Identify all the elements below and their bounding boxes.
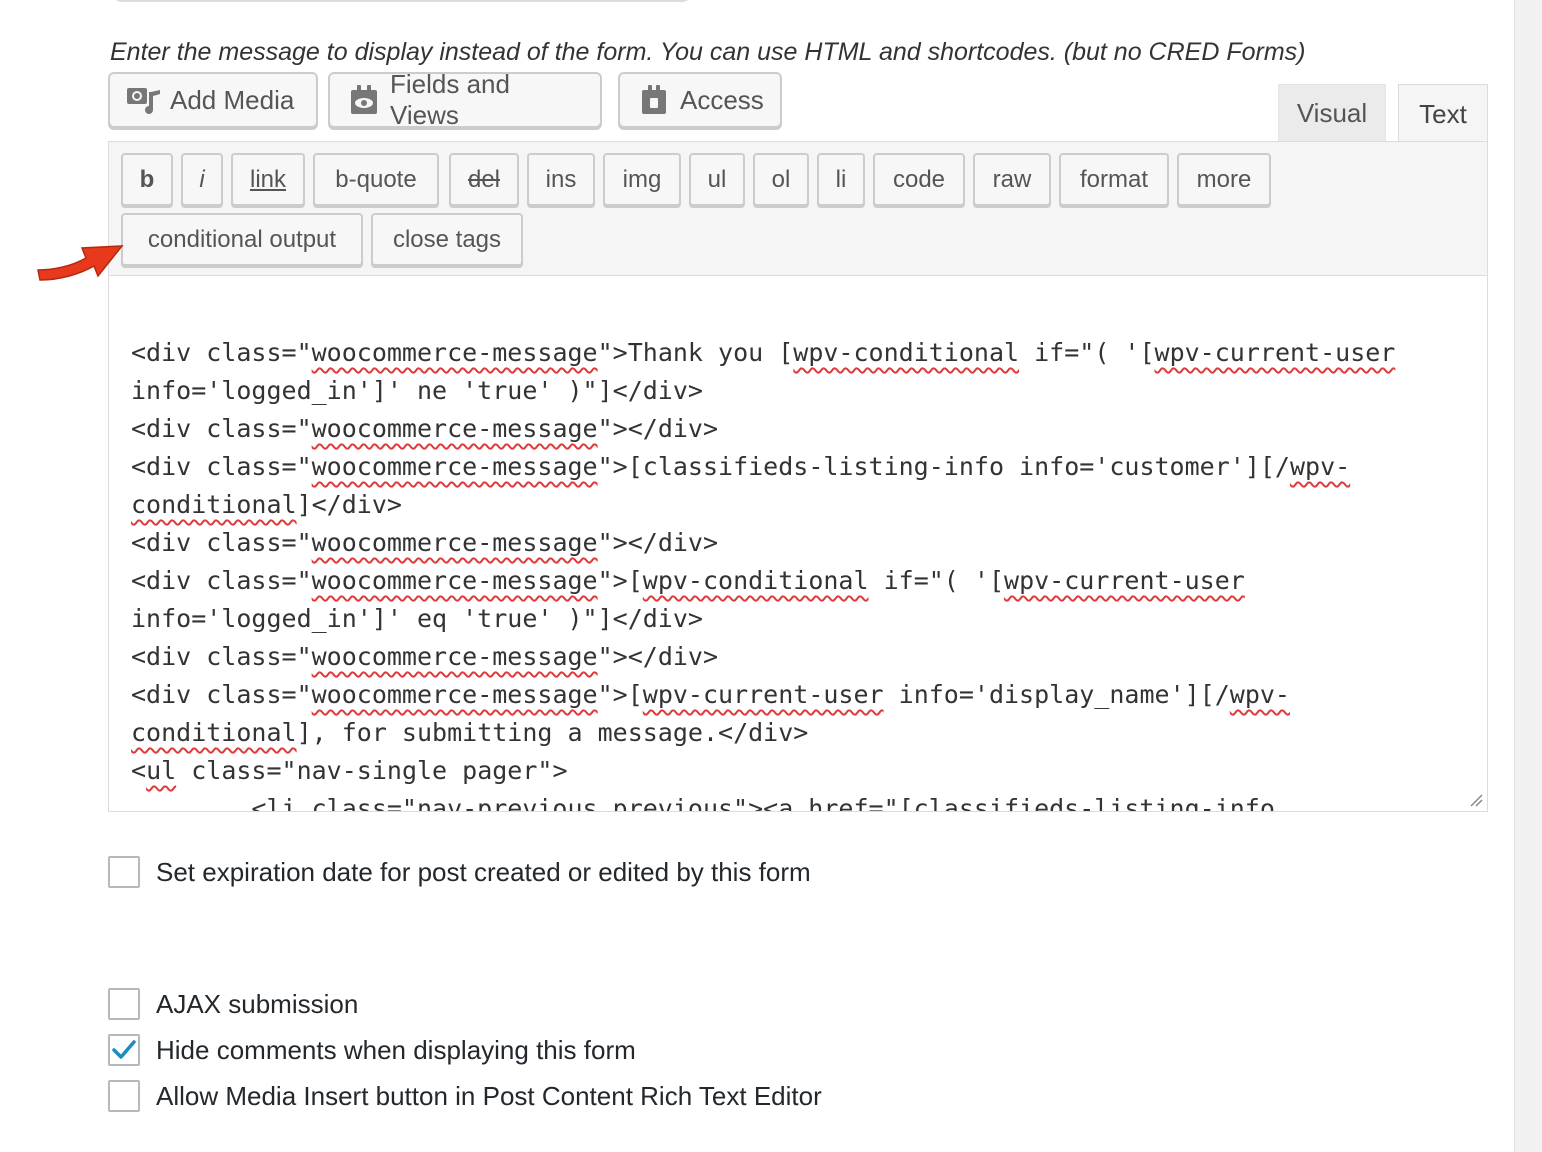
option-expiration: Set expiration date for post created or …	[108, 856, 811, 888]
qt-del-button[interactable]: del	[449, 153, 519, 206]
qt-ins-button[interactable]: ins	[527, 153, 595, 206]
code-line: <div class="woocommerce-message">[wpv-cu…	[131, 680, 1290, 709]
qt-ul-button[interactable]: ul	[689, 153, 745, 206]
option-hide-comments: Hide comments when displaying this form	[108, 1034, 636, 1066]
code-line: <div class="woocommerce-message"></div>	[131, 414, 719, 443]
qt-italic-button[interactable]: i	[181, 153, 223, 206]
page-scrollbar[interactable]	[1514, 0, 1542, 1152]
code-line: <li class="nav-previous previous"><a hre…	[131, 794, 1275, 812]
code-line: <ul class="nav-single pager">	[131, 756, 568, 785]
qt-format-button[interactable]: format	[1059, 153, 1169, 206]
code-line: <div class="woocommerce-message">[classi…	[131, 452, 1351, 481]
option-ajax: AJAX submission	[108, 988, 358, 1020]
fields-views-icon	[344, 82, 384, 118]
ajax-checkbox[interactable]	[108, 988, 140, 1020]
add-media-button[interactable]: Add Media	[108, 72, 318, 128]
checkmark-icon	[112, 1040, 136, 1059]
field-description: Enter the message to display instead of …	[110, 38, 1306, 66]
fields-and-views-button[interactable]: Fields and Views	[328, 69, 602, 130]
code-content: <div class="woocommerce-message">Thank y…	[131, 334, 1396, 812]
qt-img-button[interactable]: img	[603, 153, 681, 206]
qt-conditional-output-button[interactable]: conditional output	[121, 213, 363, 266]
code-line: info='logged_in']' eq 'true' )"]</div>	[131, 604, 703, 633]
expiration-label: Set expiration date for post created or …	[156, 856, 811, 887]
qt-li-button[interactable]: li	[817, 153, 865, 206]
code-line: <div class="woocommerce-message">Thank y…	[131, 338, 1396, 367]
access-button[interactable]: Access	[618, 72, 782, 128]
ajax-label: AJAX submission	[156, 988, 359, 1019]
qt-bold-button[interactable]: b	[121, 153, 173, 206]
quicktags-toolbar: b i link b-quote del ins img ul ol li co…	[108, 141, 1488, 276]
access-icon	[634, 82, 674, 118]
add-media-label: Add Media	[170, 84, 295, 115]
qt-close-tags-button[interactable]: close tags	[371, 213, 523, 266]
access-label: Access	[680, 84, 764, 115]
fields-and-views-label: Fields and Views	[389, 69, 510, 130]
code-line: <div class="woocommerce-message"></div>	[131, 642, 719, 671]
hide-comments-label: Hide comments when displaying this form	[156, 1034, 636, 1065]
add-media-icon	[124, 82, 164, 118]
tab-text[interactable]: Text	[1398, 84, 1488, 143]
code-line: <div class="woocommerce-message"></div>	[131, 528, 719, 557]
allow-media-checkbox[interactable]	[108, 1080, 140, 1112]
message-textarea[interactable]: <div class="woocommerce-message">Thank y…	[108, 276, 1488, 812]
tab-visual[interactable]: Visual	[1278, 84, 1386, 142]
qt-bquote-button[interactable]: b-quote	[313, 153, 439, 206]
code-line: <div class="woocommerce-message">[wpv-co…	[131, 566, 1245, 595]
hide-comments-checkbox[interactable]	[108, 1034, 140, 1066]
qt-more-button[interactable]: more	[1177, 153, 1271, 206]
qt-ol-button[interactable]: ol	[753, 153, 809, 206]
resize-handle-icon[interactable]	[1469, 793, 1483, 807]
option-allow-media: Allow Media Insert button in Post Conten…	[108, 1080, 822, 1112]
qt-raw-button[interactable]: raw	[973, 153, 1051, 206]
expiration-checkbox[interactable]	[108, 856, 140, 888]
qt-link-button[interactable]: link	[231, 153, 305, 206]
code-line: info='logged_in']' ne 'true' )"]</div>	[131, 376, 703, 405]
title-input-edge[interactable]	[112, 0, 692, 2]
qt-code-button[interactable]: code	[873, 153, 965, 206]
code-line: conditional], for submitting a message.<…	[131, 718, 809, 747]
allow-media-label: Allow Media Insert button in Post Conten…	[156, 1080, 822, 1111]
code-line: conditional]</div>	[131, 490, 402, 519]
